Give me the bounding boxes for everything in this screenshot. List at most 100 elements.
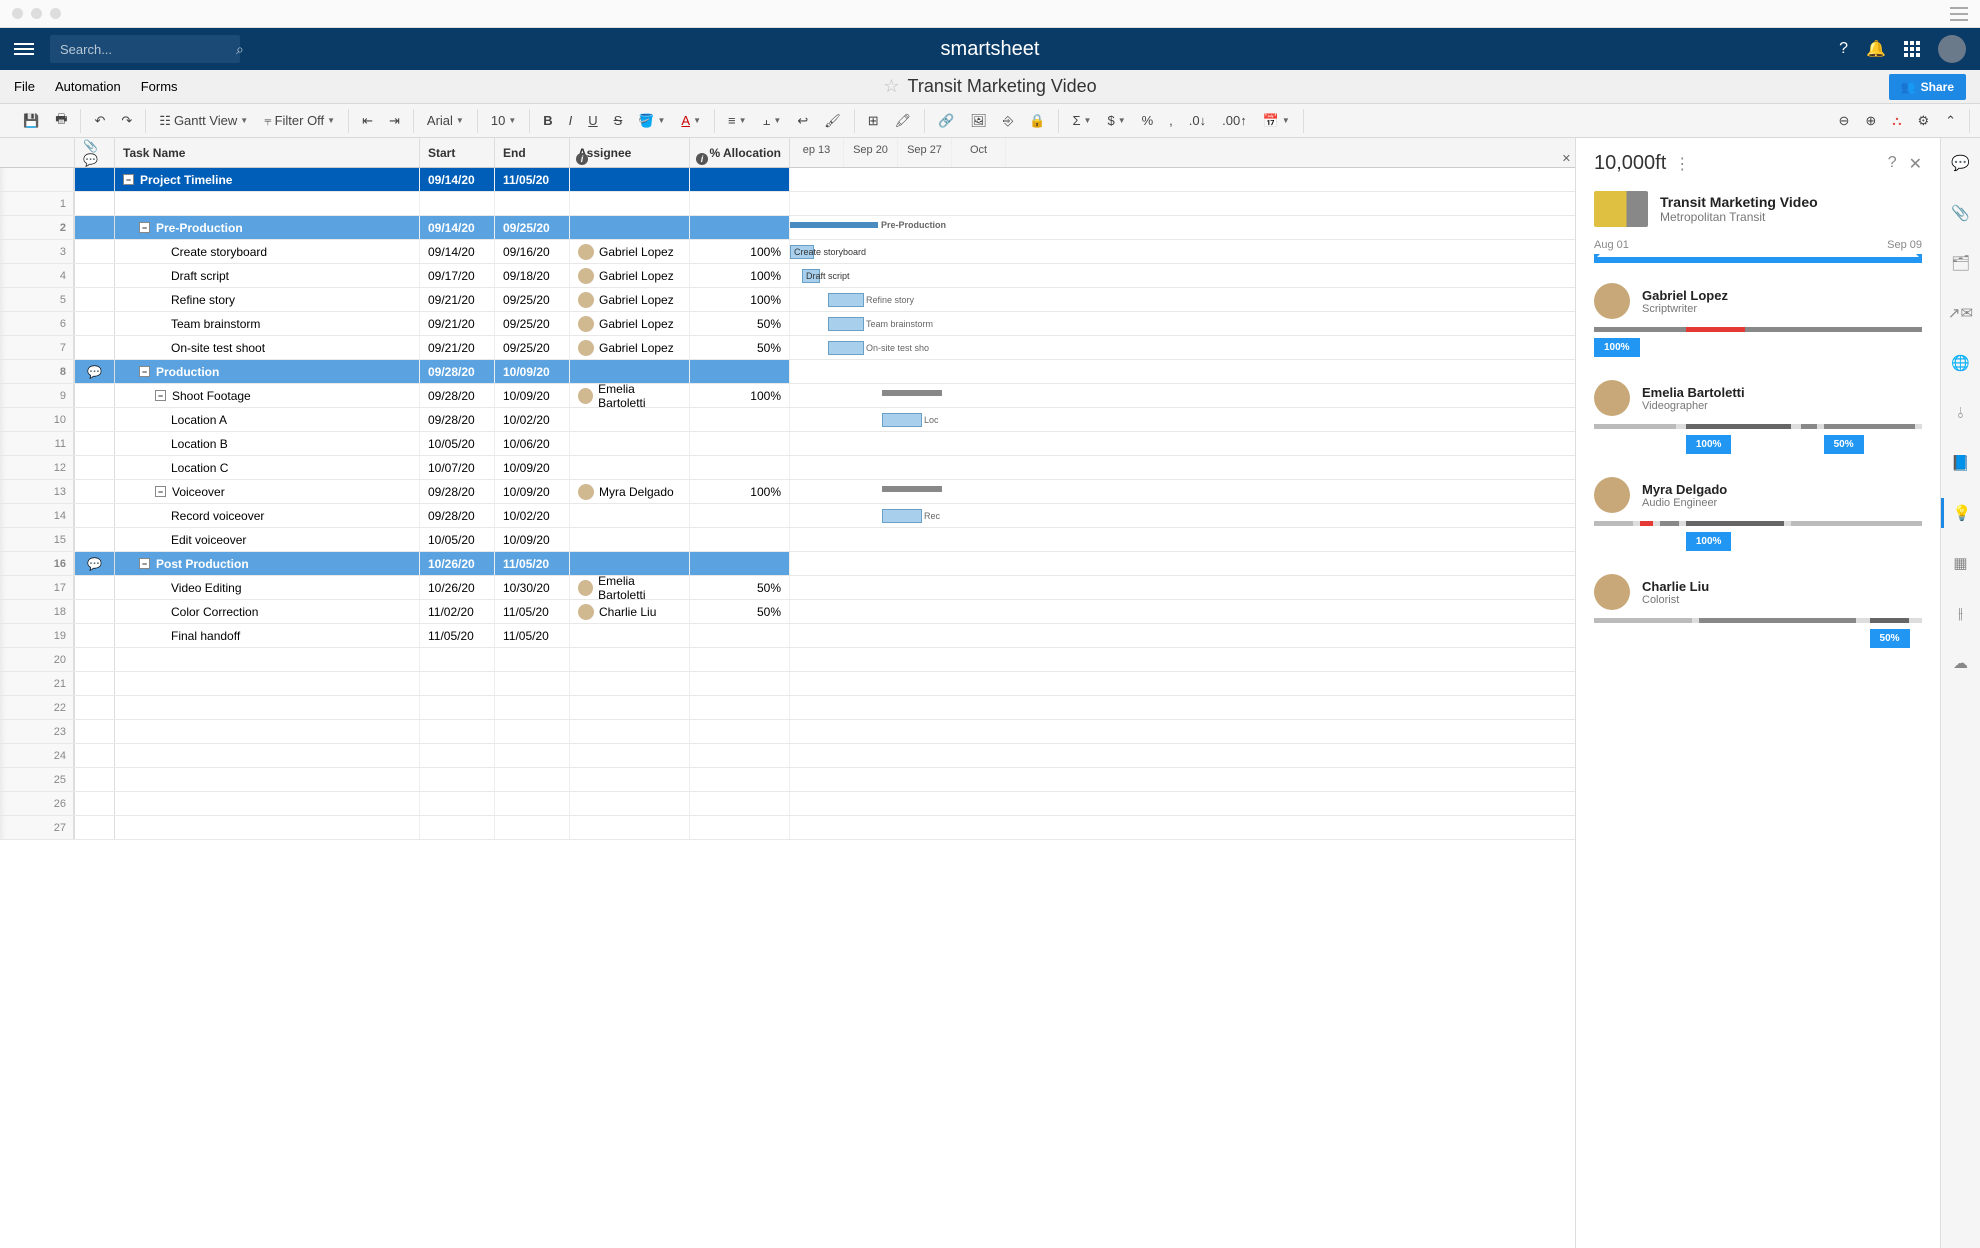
underline-icon[interactable]: U: [583, 110, 602, 131]
assignee-cell[interactable]: Gabriel Lopez: [570, 240, 690, 263]
gantt-bar[interactable]: Create storyboard: [790, 245, 814, 259]
assignee-cell[interactable]: [570, 456, 690, 479]
gantt-bar[interactable]: Draft script: [802, 269, 820, 283]
end-cell[interactable]: 09/25/20: [495, 312, 570, 335]
alloc-cell[interactable]: 100%: [690, 480, 790, 503]
end-cell[interactable]: 11/05/20: [495, 600, 570, 623]
task-cell[interactable]: Video Editing: [115, 576, 420, 599]
assignee-cell[interactable]: [570, 672, 690, 695]
zoom-dot[interactable]: [50, 8, 61, 19]
row-number[interactable]: 4: [0, 264, 75, 287]
row-number[interactable]: 23: [0, 720, 75, 743]
start-cell[interactable]: 09/28/20: [420, 408, 495, 431]
task-cell[interactable]: [115, 816, 420, 839]
row-number[interactable]: 7: [0, 336, 75, 359]
task-cell[interactable]: Location C: [115, 456, 420, 479]
alloc-cell[interactable]: [690, 168, 790, 191]
end-cell[interactable]: 09/18/20: [495, 264, 570, 287]
table-row[interactable]: 12Location C10/07/2010/09/20: [0, 456, 1575, 480]
row-number[interactable]: 22: [0, 696, 75, 719]
end-cell[interactable]: 10/09/20: [495, 528, 570, 551]
minimize-dot[interactable]: [31, 8, 42, 19]
start-cell[interactable]: [420, 744, 495, 767]
attach-col-header[interactable]: 📎 💬: [75, 138, 115, 167]
task-cell[interactable]: −Shoot Footage: [115, 384, 420, 407]
assignee-cell[interactable]: [570, 192, 690, 215]
table-row[interactable]: 14Record voiceover09/28/2010/02/20Rec: [0, 504, 1575, 528]
menu-forms[interactable]: Forms: [141, 79, 178, 94]
rail-brandfolder-icon[interactable]: ▦: [1941, 548, 1980, 578]
gantt-bar[interactable]: Loc: [882, 413, 922, 427]
row-number[interactable]: 12: [0, 456, 75, 479]
table-row[interactable]: 15Edit voiceover10/05/2010/09/20: [0, 528, 1575, 552]
end-cell[interactable]: [495, 792, 570, 815]
assignee-col-header[interactable]: Assigneei: [570, 138, 690, 167]
end-cell[interactable]: 09/25/20: [495, 336, 570, 359]
size-selector[interactable]: 10 ▼: [486, 110, 521, 131]
save-icon[interactable]: 💾: [18, 110, 44, 132]
gantt-close-icon[interactable]: ✕: [1562, 152, 1571, 165]
row-number[interactable]: [0, 168, 75, 191]
start-cell[interactable]: [420, 816, 495, 839]
end-cell[interactable]: 10/02/20: [495, 408, 570, 431]
sum-icon[interactable]: Σ▼: [1067, 110, 1096, 131]
font-selector[interactable]: Arial ▼: [422, 110, 469, 131]
alloc-cell[interactable]: 50%: [690, 576, 790, 599]
collapse-icon[interactable]: −: [139, 366, 150, 377]
italic-icon[interactable]: I: [564, 110, 578, 131]
search-input[interactable]: [60, 42, 236, 57]
row-number[interactable]: 24: [0, 744, 75, 767]
rail-update-icon[interactable]: ↗✉: [1941, 298, 1980, 328]
row-number[interactable]: 1: [0, 192, 75, 215]
task-cell[interactable]: Refine story: [115, 288, 420, 311]
row-number[interactable]: 9: [0, 384, 75, 407]
task-cell[interactable]: Team brainstorm: [115, 312, 420, 335]
assignee-cell[interactable]: [570, 792, 690, 815]
lock-icon[interactable]: 🔒: [1024, 110, 1050, 132]
redo-icon[interactable]: ↷: [116, 110, 137, 132]
table-row[interactable]: 17Video Editing10/26/2010/30/20Emelia Ba…: [0, 576, 1575, 600]
row-number[interactable]: 11: [0, 432, 75, 455]
main-menu-icon[interactable]: [14, 40, 34, 58]
end-cell[interactable]: 10/09/20: [495, 480, 570, 503]
task-cell[interactable]: [115, 648, 420, 671]
task-cell[interactable]: [115, 192, 420, 215]
alloc-cell[interactable]: [690, 792, 790, 815]
end-cell[interactable]: 10/06/20: [495, 432, 570, 455]
task-cell[interactable]: [115, 744, 420, 767]
alloc-cell[interactable]: [690, 432, 790, 455]
row-number[interactable]: 8: [0, 360, 75, 383]
task-cell[interactable]: −Voiceover: [115, 480, 420, 503]
panel-menu-icon[interactable]: ⋮: [1674, 154, 1690, 174]
menu-automation[interactable]: Automation: [55, 79, 121, 94]
alloc-cell[interactable]: 50%: [690, 312, 790, 335]
alloc-cell[interactable]: [690, 552, 790, 575]
table-row[interactable]: 11Location B10/05/2010/06/20: [0, 432, 1575, 456]
assignee-cell[interactable]: [570, 552, 690, 575]
assignee-cell[interactable]: [570, 768, 690, 791]
assignee-cell[interactable]: Gabriel Lopez: [570, 336, 690, 359]
row-number[interactable]: 18: [0, 600, 75, 623]
table-row[interactable]: 5Refine story09/21/2009/25/20Gabriel Lop…: [0, 288, 1575, 312]
task-col-header[interactable]: Task Name: [115, 138, 420, 167]
table-row[interactable]: 2−Pre-Production09/14/2009/25/20Pre-Prod…: [0, 216, 1575, 240]
start-cell[interactable]: [420, 192, 495, 215]
apps-icon[interactable]: [1904, 41, 1920, 57]
assignee-cell[interactable]: [570, 696, 690, 719]
table-row[interactable]: 21: [0, 672, 1575, 696]
comment-icon[interactable]: 💬: [87, 365, 102, 379]
critical-path-icon[interactable]: ⛬: [1887, 110, 1906, 132]
table-row[interactable]: 26: [0, 792, 1575, 816]
alloc-cell[interactable]: 50%: [690, 336, 790, 359]
user-avatar[interactable]: [1938, 35, 1966, 63]
start-cell[interactable]: 09/21/20: [420, 288, 495, 311]
table-row[interactable]: 7On-site test shoot09/21/2009/25/20Gabri…: [0, 336, 1575, 360]
start-cell[interactable]: 09/14/20: [420, 240, 495, 263]
assignee-cell[interactable]: [570, 408, 690, 431]
end-cell[interactable]: 11/05/20: [495, 624, 570, 647]
start-cell[interactable]: [420, 672, 495, 695]
strike-icon[interactable]: S: [609, 110, 628, 131]
end-cell[interactable]: [495, 720, 570, 743]
gantt-bar[interactable]: Team brainstorm: [828, 317, 864, 331]
share-button[interactable]: 👥 Share: [1889, 74, 1966, 100]
